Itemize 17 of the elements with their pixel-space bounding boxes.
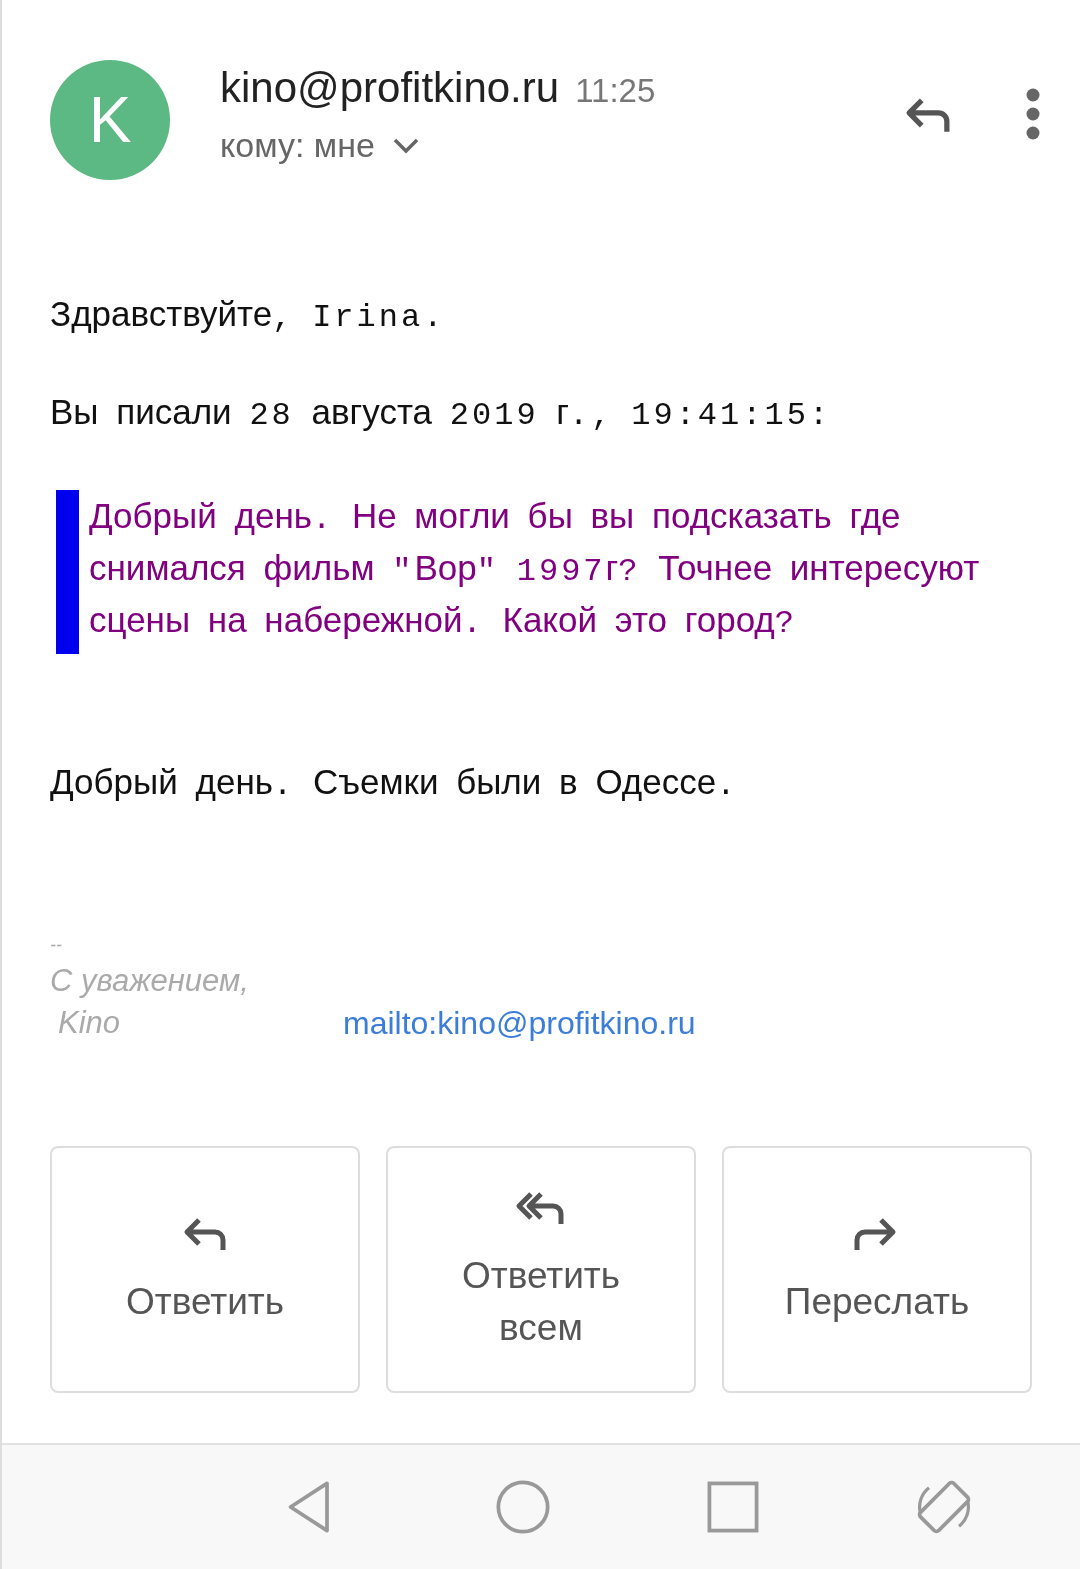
signature-closing: С уважением, xyxy=(50,962,250,1000)
signature-separator: -- xyxy=(50,934,63,957)
greeting-text: Здравствуйте, Irina. xyxy=(50,293,447,338)
sender-avatar: K xyxy=(50,60,170,180)
quote-header-text: Вы писали 28 августа 2019 г., 19:41:15: xyxy=(50,391,833,436)
reply-all-button[interactable]: Ответить всем xyxy=(386,1146,696,1393)
message-time: 11:25 xyxy=(575,72,656,110)
quoted-message-text: Добрый день. Не могли бы вы подсказать где снимался фильм "Вор" 1997г? Точнее интересуют сцены на набережной. Какой это город? xyxy=(89,495,981,644)
more-options-icon[interactable] xyxy=(1026,88,1040,140)
forward-button[interactable]: Переслать xyxy=(722,1146,1032,1393)
recipient-label: кому: мне xyxy=(220,126,375,165)
signature-name: Kino xyxy=(57,1004,122,1042)
sender-email: kino@profitkino.ru xyxy=(220,64,560,112)
chevron-down-icon[interactable] xyxy=(392,137,419,154)
reply-text: Добрый день. Съемки были в Одессе. xyxy=(50,761,740,806)
email-link[interactable]: mailto:kino@profitkino.ru xyxy=(343,1002,696,1044)
reply-button[interactable]: Ответить xyxy=(50,1146,360,1393)
